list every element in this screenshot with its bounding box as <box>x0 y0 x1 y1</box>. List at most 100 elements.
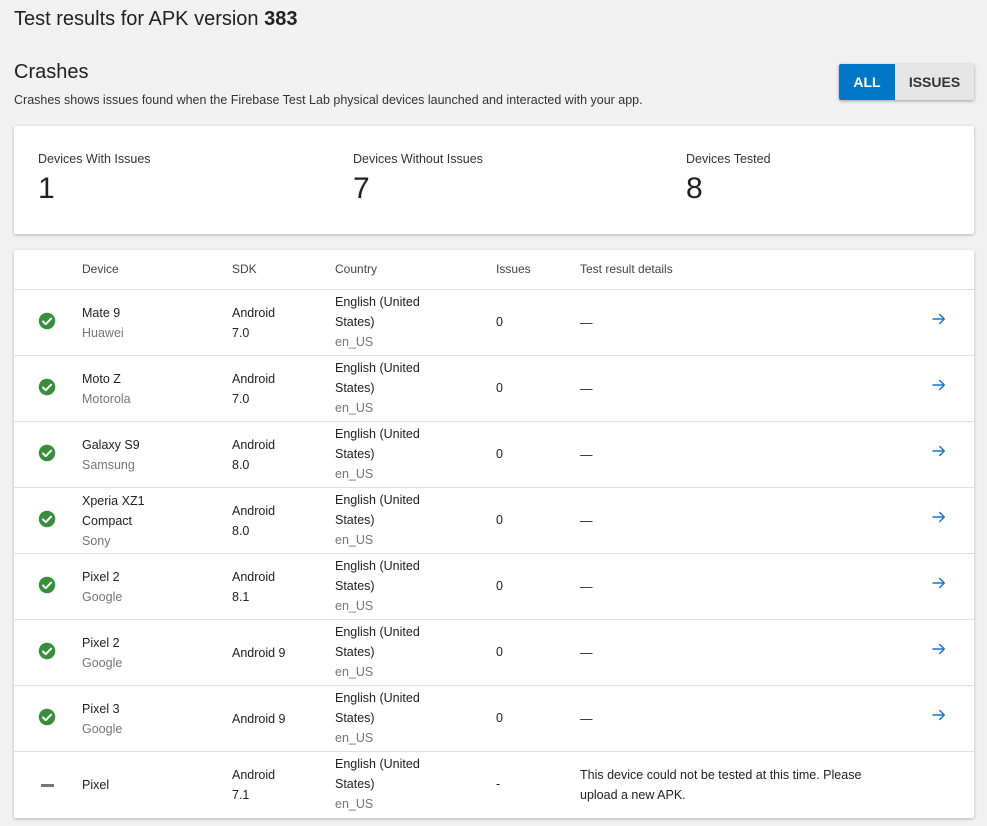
check-circle-icon <box>38 576 56 594</box>
arrow-forward-icon[interactable] <box>930 376 948 394</box>
test-result-details: — <box>580 514 593 528</box>
results-table: Device SDK Country Issues Test result de… <box>14 250 974 818</box>
column-header-details: Test result details <box>580 262 673 276</box>
arrow-forward-icon[interactable] <box>930 706 948 724</box>
device-cell: Moto Z Motorola <box>82 369 182 409</box>
stat-devices-with-issues: Devices With Issues 1 <box>38 152 151 206</box>
sdk-cell: Android 7.1 <box>232 768 276 802</box>
section-title: Crashes <box>14 61 89 83</box>
issues-count: 0 <box>496 447 503 461</box>
country-cell: English (United States) en_US <box>335 754 435 814</box>
check-circle-icon <box>38 378 56 396</box>
locale-code: en_US <box>335 797 374 811</box>
stat-label: Devices With Issues <box>38 152 151 166</box>
country-name: English (United States) <box>335 625 420 659</box>
country-cell: English (United States) en_US <box>335 556 435 616</box>
issues-count: 0 <box>496 513 503 527</box>
issues-count: 0 <box>496 381 503 395</box>
page-title-prefix: Test results for APK version <box>14 8 265 30</box>
table-row[interactable]: Mate 9 Huawei Android 7.0 English (United S… <box>14 290 974 356</box>
locale-code: en_US <box>335 467 374 481</box>
stat-devices-tested: Devices Tested 8 <box>686 152 771 206</box>
device-manufacturer: Google <box>82 722 123 736</box>
stat-label: Devices Without Issues <box>353 152 483 166</box>
stat-value: 7 <box>353 172 370 205</box>
column-header-device: Device <box>82 262 119 276</box>
country-cell: English (United States) en_US <box>335 424 435 484</box>
page-title: Test results for APK version 383 <box>14 8 297 31</box>
device-manufacturer: Samsung <box>82 458 135 472</box>
stat-value: 1 <box>38 172 55 205</box>
check-circle-icon <box>38 312 56 330</box>
table-row[interactable]: Galaxy S9 Samsung Android 8.0 English (Unit… <box>14 422 974 488</box>
filter-all-button[interactable]: ALL <box>839 64 895 100</box>
device-manufacturer: Google <box>82 590 123 604</box>
check-circle-icon <box>38 642 56 660</box>
device-cell: Pixel <box>82 775 182 795</box>
check-circle-icon <box>38 708 56 726</box>
country-name: English (United States) <box>335 559 420 593</box>
filter-issues-button[interactable]: ISSUES <box>895 64 974 100</box>
table-row[interactable]: Pixel 3 Google Android 9 English (United St… <box>14 686 974 752</box>
sdk-cell: Android 7.0 <box>232 372 276 406</box>
issues-count: 0 <box>496 579 503 593</box>
arrow-forward-icon[interactable] <box>930 574 948 592</box>
arrow-forward-icon[interactable] <box>930 442 948 460</box>
device-name: Xperia XZ1 Compact <box>82 494 145 528</box>
country-name: English (United States) <box>335 295 420 329</box>
table-row[interactable]: Pixel 2 Google Android 8.1 English (United … <box>14 554 974 620</box>
test-result-details: — <box>580 712 593 726</box>
table-row[interactable]: Pixel Android 7.1 English (United States) e… <box>14 752 974 818</box>
device-name: Pixel 2 <box>82 636 120 650</box>
country-name: English (United States) <box>335 493 420 527</box>
test-result-details: — <box>580 448 593 462</box>
device-name: Moto Z <box>82 372 121 386</box>
sdk-cell: Android 8.0 <box>232 438 276 472</box>
issues-count: 0 <box>496 645 503 659</box>
apk-version: 383 <box>264 8 298 30</box>
country-name: English (United States) <box>335 757 420 791</box>
issues-count: - <box>496 777 501 791</box>
device-name: Pixel 2 <box>82 570 120 584</box>
locale-code: en_US <box>335 335 374 349</box>
sdk-cell: Android 9 <box>232 712 286 726</box>
locale-code: en_US <box>335 599 374 613</box>
issues-count: 0 <box>496 711 503 725</box>
device-cell: Galaxy S9 Samsung <box>82 435 182 475</box>
table-body: Mate 9 Huawei Android 7.0 English (United S… <box>14 290 974 818</box>
arrow-forward-icon[interactable] <box>930 508 948 526</box>
issues-count: 0 <box>496 315 503 329</box>
sdk-cell: Android 7.0 <box>232 306 276 340</box>
stat-value: 8 <box>686 172 703 205</box>
table-row[interactable]: Pixel 2 Google Android 9 English (United St… <box>14 620 974 686</box>
locale-code: en_US <box>335 533 374 547</box>
section-description: Crashes shows issues found when the Fire… <box>14 93 643 107</box>
locale-code: en_US <box>335 401 374 415</box>
device-manufacturer: Motorola <box>82 392 131 406</box>
stat-label: Devices Tested <box>686 152 771 166</box>
column-header-country: Country <box>335 262 378 276</box>
dash-icon <box>41 784 54 787</box>
locale-code: en_US <box>335 731 374 745</box>
device-cell: Pixel 2 Google <box>82 567 182 607</box>
country-cell: English (United States) en_US <box>335 358 435 418</box>
test-result-details: — <box>580 646 593 660</box>
device-cell: Pixel 2 Google <box>82 633 182 673</box>
country-name: English (United States) <box>335 427 420 461</box>
table-row[interactable]: Xperia XZ1 Compact Sony Android 8.0 English… <box>14 488 974 554</box>
device-cell: Mate 9 Huawei <box>82 303 182 343</box>
column-header-issues: Issues <box>496 262 531 276</box>
test-result-details: — <box>580 316 593 330</box>
arrow-forward-icon[interactable] <box>930 640 948 658</box>
table-row[interactable]: Moto Z Motorola Android 7.0 English (United… <box>14 356 974 422</box>
country-cell: English (United States) en_US <box>335 292 435 352</box>
device-name: Pixel 3 <box>82 702 120 716</box>
table-header: Device SDK Country Issues Test result de… <box>14 250 974 290</box>
device-cell: Pixel 3 Google <box>82 699 182 739</box>
column-header-sdk: SDK <box>232 262 257 276</box>
device-manufacturer: Google <box>82 656 123 670</box>
country-name: English (United States) <box>335 691 420 725</box>
test-result-details: — <box>580 382 593 396</box>
arrow-forward-icon[interactable] <box>930 310 948 328</box>
device-manufacturer: Huawei <box>82 326 124 340</box>
